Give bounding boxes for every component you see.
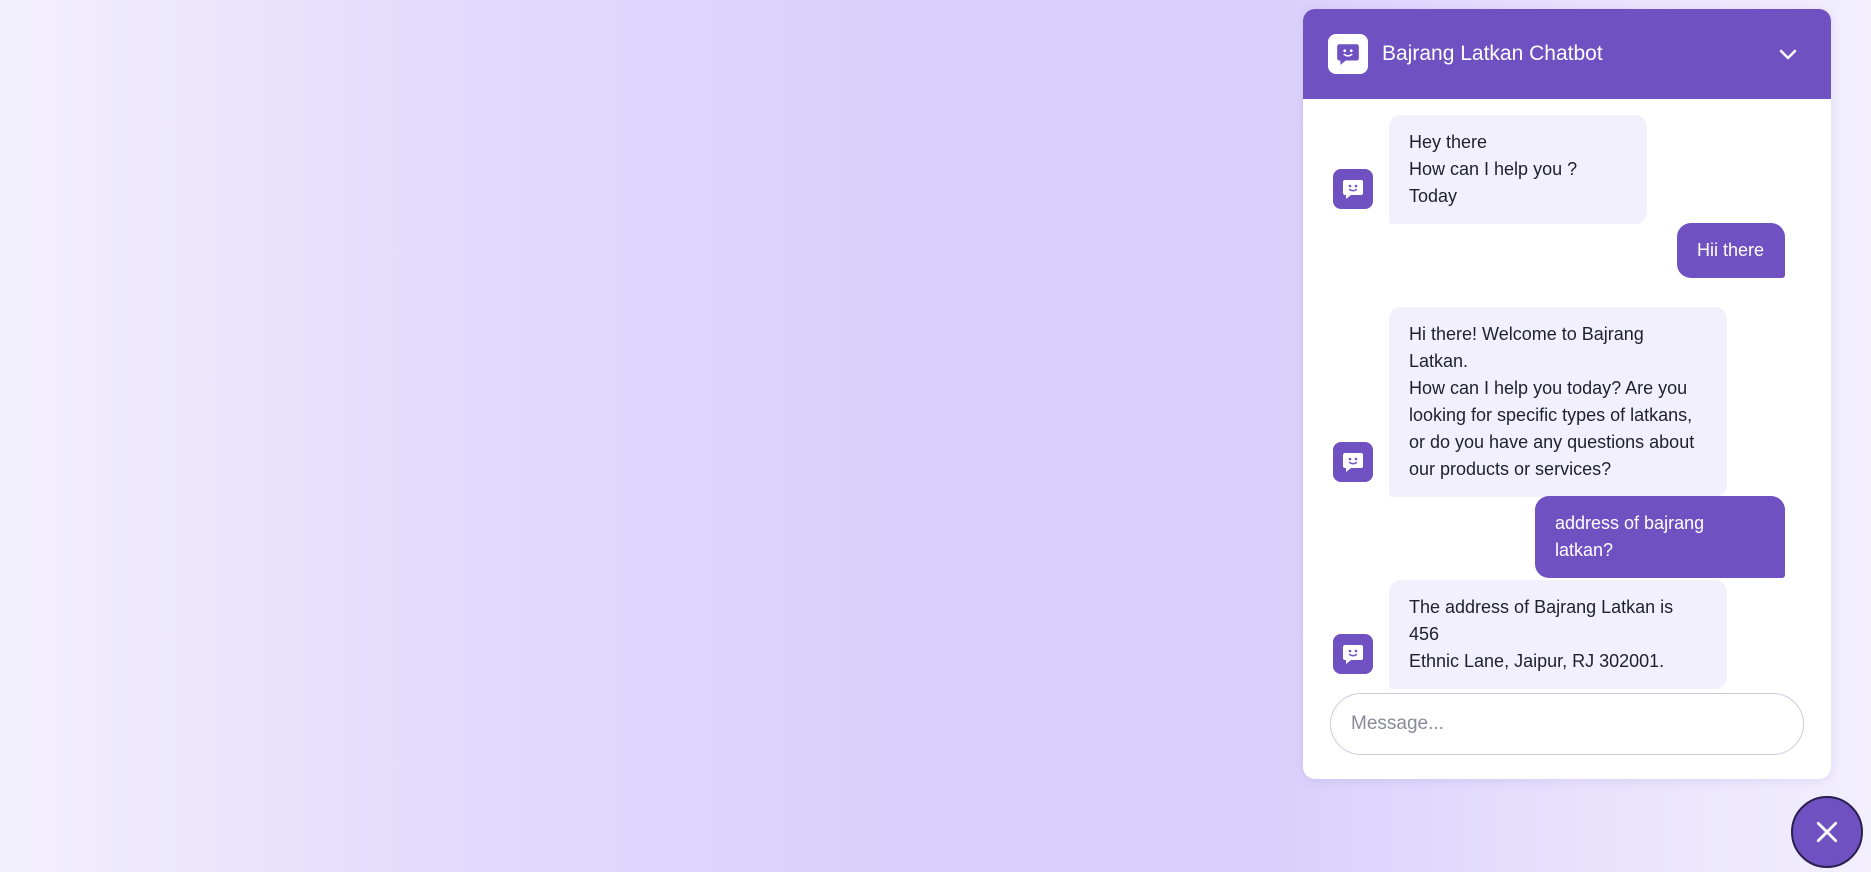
message-composer <box>1330 693 1804 755</box>
chat-window: Bajrang Latkan Chatbot Hey there How can… <box>1303 9 1831 779</box>
collapse-button[interactable] <box>1773 39 1803 69</box>
user-message: address of bajrang latkan? <box>1535 496 1785 578</box>
chat-header: Bajrang Latkan Chatbot <box>1303 9 1831 99</box>
user-message: Hii there <box>1677 223 1785 278</box>
chat-title: Bajrang Latkan Chatbot <box>1382 42 1603 65</box>
chatbot-icon <box>1343 645 1363 664</box>
bot-avatar <box>1333 169 1373 209</box>
bot-avatar <box>1333 442 1373 482</box>
bot-message: Hey there How can I help you ? Today <box>1389 115 1647 224</box>
bot-message: Hi there! Welcome to Bajrang Latkan. How… <box>1389 307 1727 497</box>
bot-avatar <box>1333 634 1373 674</box>
chevron-down-icon <box>1779 49 1797 60</box>
chatbot-icon <box>1328 34 1368 74</box>
header-left: Bajrang Latkan Chatbot <box>1328 34 1603 74</box>
chatbot-icon <box>1343 180 1363 199</box>
message-list[interactable]: Hey there How can I help you ? Today Hii… <box>1303 99 1831 689</box>
close-icon <box>1816 821 1838 843</box>
bot-message: The address of Bajrang Latkan is 456 Eth… <box>1389 580 1727 689</box>
message-input[interactable] <box>1351 713 1783 735</box>
chatbot-icon-svg <box>1337 44 1359 65</box>
close-chat-button[interactable] <box>1791 796 1863 868</box>
chatbot-icon <box>1343 453 1363 472</box>
